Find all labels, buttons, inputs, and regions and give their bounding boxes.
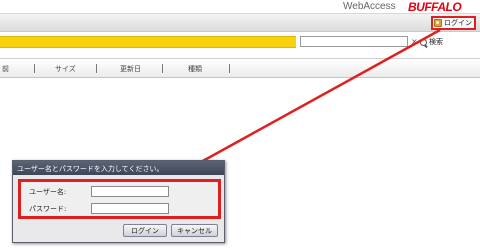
password-field[interactable]	[91, 203, 169, 214]
login-label: ログイン	[444, 19, 472, 27]
search-button[interactable]: 検索	[420, 37, 443, 47]
top-bar: WebAccess BUFFALO	[0, 0, 480, 14]
brand-logo: BUFFALO	[408, 0, 462, 14]
login-dialog: ユーザー名とパスワードを入力してください。 ユーザー名: パスワード: ログイン…	[12, 160, 225, 243]
cancel-button[interactable]: キャンセル	[171, 224, 218, 237]
column-header-name[interactable]: 前	[2, 64, 9, 74]
breadcrumb-bar	[0, 36, 296, 48]
column-separator[interactable]	[34, 64, 35, 73]
user-key-icon	[434, 19, 442, 27]
file-list-header: 前 サイズ 更新日 種類	[0, 58, 480, 78]
dialog-title: ユーザー名とパスワードを入力してください。	[13, 161, 224, 175]
column-header-modified[interactable]: 更新日	[120, 64, 141, 74]
column-header-type[interactable]: 種類	[188, 64, 202, 74]
column-header-size[interactable]: サイズ	[55, 64, 76, 74]
password-label: パスワード:	[29, 205, 67, 213]
search-icon	[420, 38, 427, 46]
username-field[interactable]	[91, 186, 169, 197]
search-label: 検索	[429, 38, 443, 46]
login-button[interactable]: ログイン	[431, 16, 476, 30]
header-bar: ログイン	[0, 14, 480, 32]
close-icon[interactable]: ×	[411, 37, 418, 47]
credentials-form: ユーザー名: パスワード:	[18, 179, 221, 219]
column-separator[interactable]	[229, 64, 230, 73]
column-separator[interactable]	[162, 64, 163, 73]
app-title: WebAccess	[343, 1, 396, 12]
username-label: ユーザー名:	[29, 188, 67, 196]
column-separator[interactable]	[96, 64, 97, 73]
search-input[interactable]	[300, 36, 408, 47]
login-submit-button[interactable]: ログイン	[123, 224, 167, 237]
